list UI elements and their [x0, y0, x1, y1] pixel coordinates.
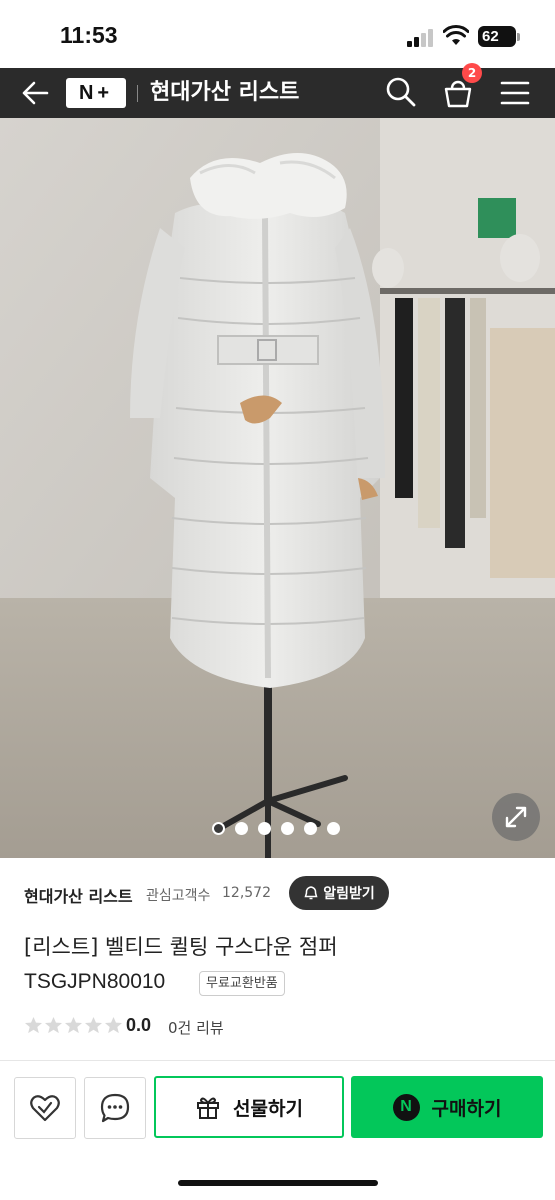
heart-check-icon: [30, 1095, 60, 1122]
signal-icon: [407, 29, 435, 47]
gallery-pagination: [212, 822, 340, 836]
star-icon: [84, 1016, 103, 1034]
wifi-icon: [443, 25, 469, 45]
chat-bubble-icon: [100, 1093, 130, 1123]
status-time: 11:53: [60, 22, 118, 48]
back-arrow-icon[interactable]: [20, 78, 50, 108]
alarm-label: 알림받기: [323, 886, 375, 902]
rating-stars: [24, 1016, 123, 1035]
naver-pay-badge: N: [392, 1093, 420, 1121]
gift-button[interactable]: 선물하기: [154, 1076, 344, 1138]
alarm-subscribe-button[interactable]: 알림받기: [289, 876, 389, 910]
expand-image-button[interactable]: [492, 793, 540, 841]
followers-count: 12,572: [222, 885, 271, 901]
bottom-action-bar: 선물하기 N 구매하기: [0, 1060, 555, 1200]
menu-icon[interactable]: [500, 80, 530, 106]
home-indicator: [178, 1180, 378, 1186]
header-divider: [137, 85, 138, 102]
product-image[interactable]: [0, 118, 555, 858]
status-bar: 11:53 62: [0, 0, 555, 68]
nplus-logo[interactable]: N+: [66, 78, 126, 108]
product-title: [리스트] 벨티드 퀼팅 구스다운 점퍼: [24, 935, 338, 959]
bell-plus-icon: [304, 886, 318, 900]
gallery-dot[interactable]: [235, 822, 248, 835]
product-code: TSGJPN80010: [24, 970, 166, 993]
star-icon: [104, 1016, 123, 1034]
free-return-tag: 무료교환반품: [199, 971, 285, 996]
gift-icon: [197, 1097, 220, 1119]
talktalk-chat-button[interactable]: [84, 1077, 146, 1139]
buy-button[interactable]: N 구매하기: [351, 1076, 543, 1138]
gallery-dot[interactable]: [212, 822, 225, 835]
star-icon: [64, 1016, 83, 1034]
battery-cap: [517, 33, 520, 41]
battery-indicator: 62: [478, 26, 516, 47]
star-icon: [24, 1016, 43, 1034]
store-name-link[interactable]: 현대가산 리스트: [24, 883, 133, 907]
gallery-dot[interactable]: [327, 822, 340, 835]
store-title[interactable]: 현대가산 리스트: [150, 78, 299, 108]
buy-label: 구매하기: [431, 1097, 502, 1120]
cart-count-badge: 2: [462, 63, 482, 83]
product-photo: [0, 118, 555, 858]
star-icon: [44, 1016, 63, 1034]
search-icon[interactable]: [385, 76, 417, 108]
gallery-dot[interactable]: [258, 822, 271, 835]
followers-label: 관심고객수: [146, 888, 211, 904]
review-count-link[interactable]: 0건 리뷰: [168, 1017, 224, 1038]
gallery-dot[interactable]: [281, 822, 294, 835]
gallery-dot[interactable]: [304, 822, 317, 835]
product-info: 현대가산 리스트 관심고객수 12,572 알림받기 [리스트] 벨티드 퀼팅 …: [0, 858, 555, 1058]
expand-icon: [505, 806, 527, 828]
rating-value: 0.0: [126, 1015, 152, 1035]
wishlist-button[interactable]: [14, 1077, 76, 1139]
gift-label: 선물하기: [233, 1097, 303, 1120]
